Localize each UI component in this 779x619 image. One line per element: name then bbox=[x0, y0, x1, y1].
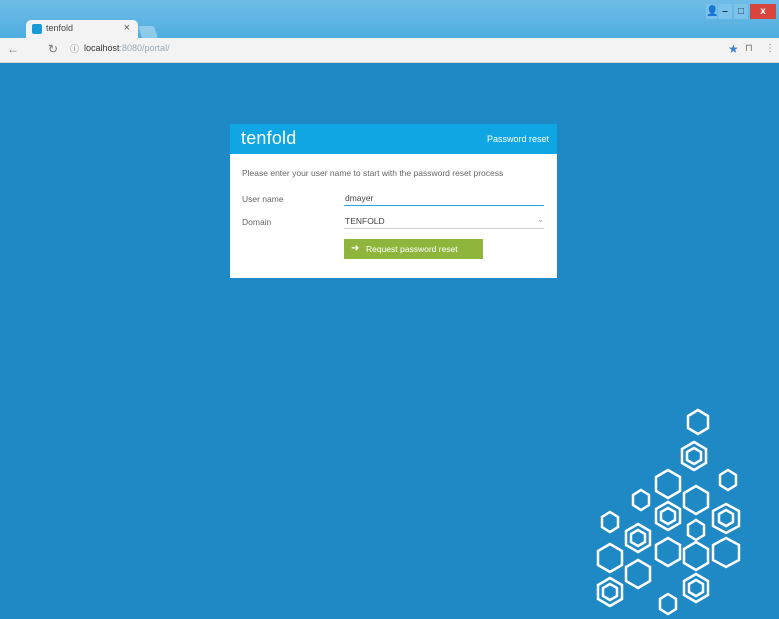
page-body: tenfold Password reset Please enter your… bbox=[8, 63, 771, 619]
card-header: tenfold Password reset bbox=[230, 124, 557, 154]
close-window-button[interactable]: x bbox=[750, 4, 776, 19]
browser-tab[interactable]: tenfold × bbox=[26, 20, 138, 38]
domain-label: Domain bbox=[242, 217, 272, 227]
tenfold-favicon-icon bbox=[32, 24, 42, 34]
sign-in-icon: ➜ bbox=[351, 243, 360, 254]
extension-icon[interactable]: ⊓ bbox=[745, 42, 753, 56]
password-reset-card: tenfold Password reset Please enter your… bbox=[230, 124, 557, 278]
minimize-icon: – bbox=[722, 6, 728, 17]
domain-select[interactable]: TENFOLD ⌄ bbox=[344, 215, 544, 229]
user-profile-button[interactable]: 👤 bbox=[706, 4, 719, 19]
url-path: :8080/portal/ bbox=[119, 43, 170, 53]
menu-icon[interactable]: ⋮ bbox=[765, 42, 775, 56]
maximize-button[interactable]: □ bbox=[734, 4, 748, 19]
url-host: localhost bbox=[84, 43, 120, 53]
header-title: Password reset bbox=[486, 134, 549, 144]
user-name-input[interactable]: dmayer bbox=[344, 192, 544, 206]
tenfold-logo: tenfold bbox=[241, 128, 297, 148]
intro-text: Please enter your user name to start wit… bbox=[242, 168, 504, 178]
tab-title: tenfold bbox=[46, 23, 74, 33]
user-name-value: dmayer bbox=[345, 193, 374, 203]
info-icon[interactable]: ⓘ bbox=[70, 42, 79, 56]
browser-titlebar: tenfold × 👤 – □ x bbox=[0, 0, 779, 38]
browser-toolbar: ← ↻ ⓘ localhost:8080/portal/ ★ ⊓ ⋮ bbox=[0, 38, 779, 63]
user-icon: 👤 bbox=[706, 6, 719, 17]
request-reset-label: Request password reset bbox=[366, 244, 458, 254]
maximize-icon: □ bbox=[737, 6, 745, 17]
user-name-label: User name bbox=[242, 194, 284, 204]
hexagon-decoration-icon bbox=[596, 408, 741, 616]
close-icon: x bbox=[760, 6, 766, 17]
back-icon[interactable]: ← bbox=[7, 42, 19, 56]
chevron-down-icon: ⌄ bbox=[537, 215, 544, 224]
request-reset-button[interactable]: ➜ Request password reset bbox=[344, 239, 483, 259]
new-tab-button[interactable] bbox=[138, 26, 158, 38]
domain-value: TENFOLD bbox=[345, 216, 385, 226]
minimize-button[interactable]: – bbox=[718, 4, 732, 19]
tab-close-icon[interactable]: × bbox=[124, 22, 130, 34]
star-icon[interactable]: ★ bbox=[728, 42, 739, 56]
address-bar[interactable]: ⓘ localhost:8080/portal/ bbox=[62, 42, 662, 57]
reload-icon[interactable]: ↻ bbox=[48, 42, 58, 56]
url-text: localhost:8080/portal/ bbox=[84, 43, 170, 53]
